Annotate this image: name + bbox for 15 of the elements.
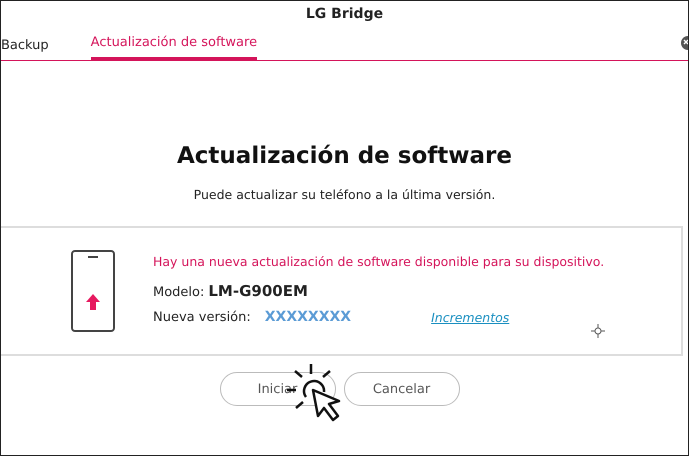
increments-link[interactable]: Incrementos bbox=[431, 308, 510, 328]
close-icon[interactable] bbox=[678, 35, 688, 51]
page-subtitle: Puede actualizar su teléfono a la última versión. bbox=[192, 186, 496, 204]
model-value: LM-G900EM bbox=[208, 281, 308, 302]
window-title: LG Bridge bbox=[306, 4, 384, 24]
cancel-button[interactable]: Cancelar bbox=[344, 372, 460, 406]
version-value: XXXXXXXX bbox=[264, 308, 352, 326]
update-message: Hay una nueva actualización de software disponible para su dispositivo. bbox=[153, 253, 606, 272]
model-label: Modelo: bbox=[153, 284, 204, 302]
page-heading: Actualización de software bbox=[176, 142, 513, 171]
tab[interactable]: Actualización de software bbox=[90, 26, 258, 60]
tab[interactable]: Backup bbox=[1, 30, 49, 60]
crosshair-icon bbox=[591, 324, 606, 338]
version-label: Nueva versión: bbox=[153, 309, 251, 327]
phone-upload-icon bbox=[71, 250, 115, 332]
